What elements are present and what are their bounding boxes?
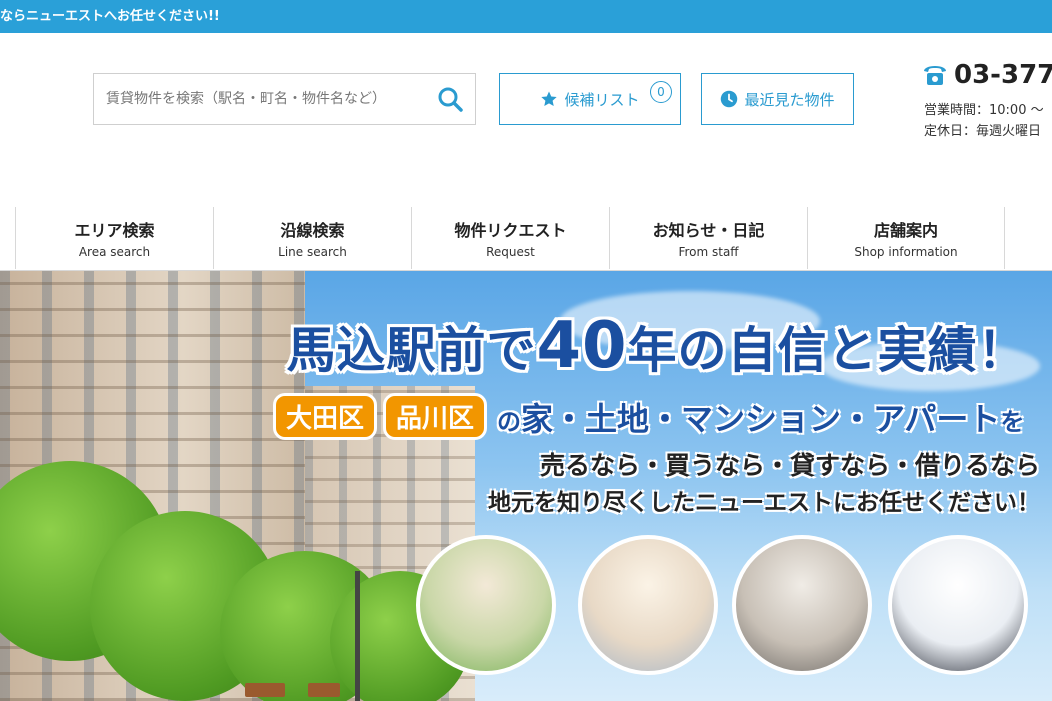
clock-icon: [720, 90, 738, 108]
top-announcement-bar: ならニューエストへお任せください!!: [0, 0, 1052, 33]
family-photo: [416, 535, 556, 675]
closed-day-text: 定休日：毎週火曜日: [924, 124, 1042, 139]
favorites-count-badge: 0: [650, 81, 672, 103]
nav-area-search[interactable]: エリア検索 Area search: [15, 207, 213, 269]
hero-services-line: 売るなら・買うなら・貸すなら・借りるなら: [539, 451, 1040, 480]
nav-sublabel: Request: [486, 245, 535, 259]
search-input[interactable]: [94, 74, 424, 124]
recently-viewed-label: 最近見た物件: [744, 90, 835, 109]
star-icon: [540, 90, 558, 108]
phone-number[interactable]: 03-377: [922, 60, 1052, 90]
headline-part: 年の自信と実績！: [627, 322, 1028, 379]
nav-sublabel: Area search: [78, 245, 151, 259]
area-badge-ota: 大田区: [273, 393, 378, 440]
street-lamp-image: [355, 571, 360, 701]
property-types: 家・土地・マンション・アパート: [521, 399, 1001, 438]
nav-label: 店舗案内: [873, 221, 938, 240]
hero-tagline: 地元を知り尽くしたニューエストにお任せください！: [488, 490, 1040, 516]
hero-areas-line: 大田区 品川区 の家・土地・マンション・アパートを: [273, 393, 1024, 440]
favorites-label: 候補リスト: [564, 90, 640, 109]
nav-label: エリア検索: [74, 221, 155, 240]
announcement-text: ならニューエストへお任せください!!: [0, 9, 220, 24]
nav-label: 沿線検索: [280, 221, 345, 240]
bench-image: [245, 683, 285, 697]
staff-photo: [888, 535, 1028, 675]
nav-label: 物件リクエスト: [454, 221, 567, 240]
nav-news[interactable]: お知らせ・日記 From staff: [609, 207, 807, 269]
nav-sublabel: From staff: [678, 245, 739, 259]
favorites-list-button[interactable]: 候補リスト 0: [499, 73, 681, 125]
main-navigation: エリア検索 Area search 沿線検索 Line search 物件リクエ…: [15, 207, 1052, 271]
phone-text: 03-377: [954, 60, 1052, 90]
nav-request[interactable]: 物件リクエスト Request: [411, 207, 609, 269]
young-couple-photo: [732, 535, 872, 675]
search-icon[interactable]: [435, 84, 465, 114]
nav-line-search[interactable]: 沿線検索 Line search: [213, 207, 411, 269]
nav-sublabel: Line search: [278, 245, 347, 259]
property-types-text: の家・土地・マンション・アパートを: [497, 394, 1024, 440]
hero-headline: 馬込駅前で40年の自信と実績！: [262, 309, 1052, 383]
bench-image: [308, 683, 340, 697]
business-hours: 営業時間：10:00 〜 定休日：毎週火曜日: [924, 100, 1044, 142]
headline-part: 馬込駅前で: [286, 322, 537, 379]
hours-text: 営業時間：10:00 〜: [924, 103, 1044, 118]
senior-couple-photo: [578, 535, 718, 675]
nav-label: お知らせ・日記: [652, 221, 765, 240]
area-badge-shinagawa: 品川区: [383, 393, 488, 440]
hero-banner[interactable]: 馬込駅前で40年の自信と実績！ 大田区 品川区 の家・土地・マンション・アパート…: [0, 271, 1052, 701]
nav-sublabel: Shop information: [854, 245, 958, 259]
particle-wo: を: [1000, 407, 1025, 436]
headline-years: 40: [536, 309, 628, 383]
nav-shop-info[interactable]: 店舗案内 Shop information: [807, 207, 1005, 269]
recently-viewed-button[interactable]: 最近見た物件: [701, 73, 854, 125]
particle-no: の: [497, 407, 522, 436]
property-search-box: [93, 73, 476, 125]
telephone-icon: [922, 64, 948, 86]
